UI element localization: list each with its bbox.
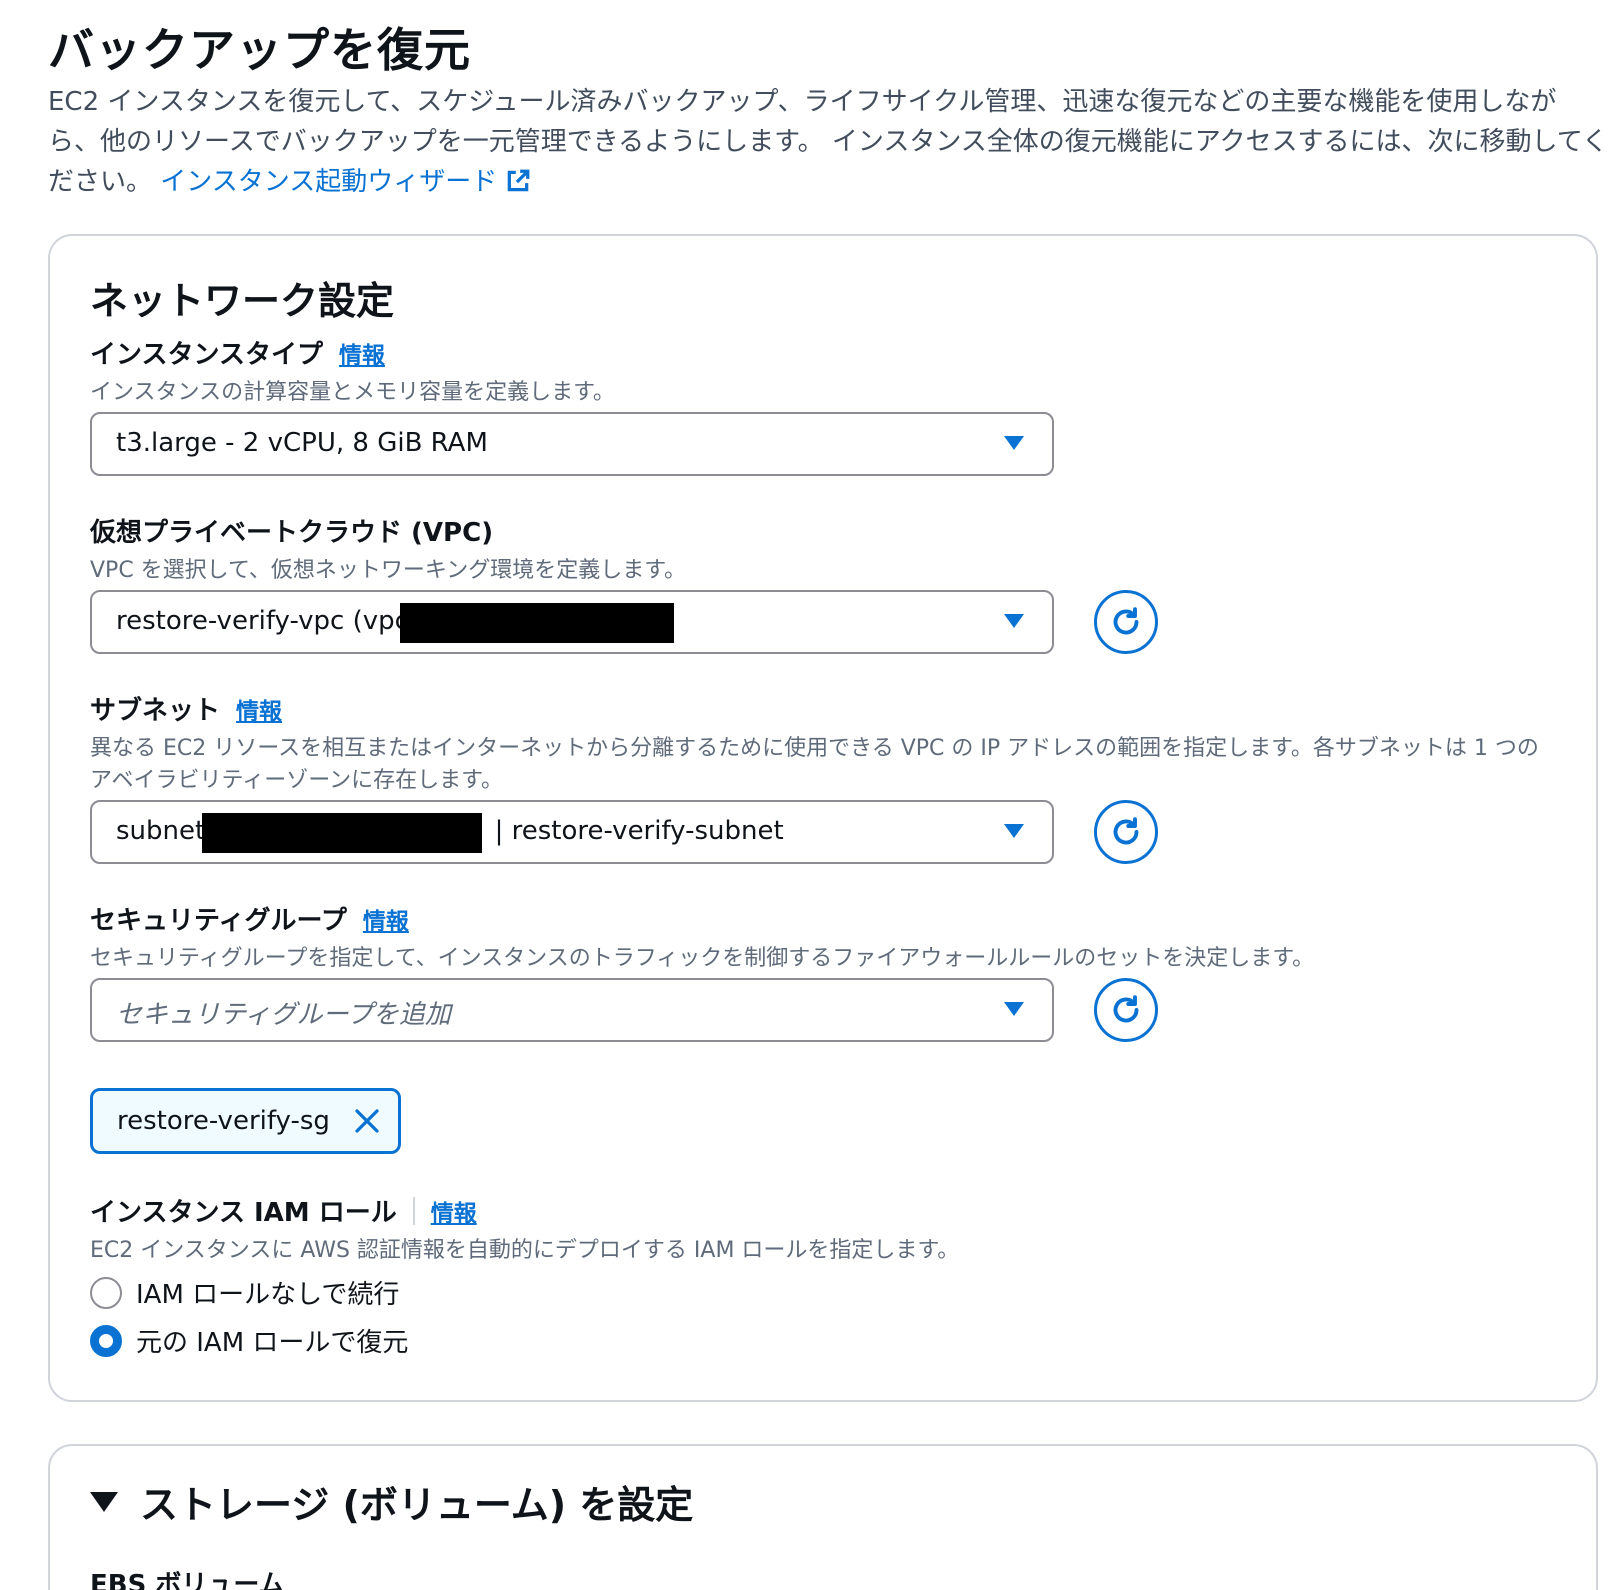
network-settings-panel: ネットワーク設定 インスタンスタイプ 情報 インスタンスの計算容量とメモリ容量を定… (48, 234, 1598, 1402)
security-group-info-link[interactable]: 情報 (363, 909, 409, 935)
security-group-field: セキュリティグループ 情報 セキュリティグループを指定して、インスタンスのトラフィ… (90, 900, 1314, 975)
iam-role-description: EC2 インスタンスに AWS 認証情報を自動的にデプロイする IAM ロールを… (90, 1238, 960, 1263)
iam-role-label: インスタンス IAM ロール (90, 1198, 397, 1228)
refresh-icon (1113, 995, 1139, 1023)
caret-down-icon (1004, 436, 1024, 450)
radio-button-checked[interactable] (90, 1324, 122, 1357)
redacted-subnet-id (202, 813, 482, 853)
caret-down-icon (1004, 614, 1024, 628)
security-group-description: セキュリティグループを指定して、インスタンスのトラフィックを制御するファイアウォ… (90, 946, 1315, 971)
security-group-select[interactable]: セキュリティグループを追加 (90, 978, 1054, 1042)
subnet-label: サブネット (90, 696, 221, 726)
redacted-vpc-id (400, 603, 674, 643)
subnet-refresh-button[interactable] (1094, 800, 1158, 864)
caret-down-icon (1004, 1002, 1024, 1016)
instance-type-select[interactable]: t3.large - 2 vCPU, 8 GiB RAM (90, 412, 1054, 476)
network-settings-title: ネットワーク設定 (90, 279, 395, 323)
vpc-field: 仮想プライベートクラウド (VPC) VPC を選択して、仮想ネットワーキング環… (90, 512, 686, 587)
subnet-field: サブネット 情報 異なる EC2 リソースを相互またはインターネットから分離するた… (90, 690, 1550, 797)
ebs-volume-label: EBS ボリューム (90, 1570, 285, 1590)
subnet-value-suffix: | restore-verify-subnet (494, 816, 784, 846)
storage-section-title: ストレージ (ボリューム) を設定 (140, 1483, 694, 1527)
security-group-token: restore-verify-sg (90, 1088, 401, 1154)
security-group-refresh-button[interactable] (1094, 978, 1158, 1042)
info-separator (412, 1197, 415, 1225)
vpc-value: restore-verify-vpc (vpc- (116, 606, 419, 636)
close-icon[interactable] (352, 1106, 382, 1136)
vpc-select[interactable]: restore-verify-vpc (vpc- (90, 590, 1054, 654)
instance-type-description: インスタンスの計算容量とメモリ容量を定義します。 (90, 380, 615, 405)
radio-label: IAM ロールなしで続行 (136, 1280, 400, 1310)
caret-down-icon (1004, 824, 1024, 838)
refresh-icon (1113, 607, 1139, 635)
external-link-icon (505, 166, 531, 206)
refresh-icon (1113, 817, 1139, 845)
radio-original-iam-role[interactable]: 元の IAM ロールで復元 (90, 1322, 408, 1359)
security-group-label: セキュリティグループ (90, 906, 347, 936)
vpc-description: VPC を選択して、仮想ネットワーキング環境を定義します。 (90, 558, 687, 583)
vpc-label: 仮想プライベートクラウド (VPC) (90, 518, 494, 548)
instance-type-label: インスタンスタイプ (90, 340, 323, 370)
subnet-select[interactable]: subnet- | restore-verify-subnet (90, 800, 1054, 864)
security-group-placeholder: セキュリティグループを追加 (116, 1000, 451, 1030)
security-group-token-label: restore-verify-sg (117, 1106, 330, 1136)
subnet-info-link[interactable]: 情報 (236, 699, 282, 725)
radio-button[interactable] (90, 1276, 122, 1309)
instance-type-info-link[interactable]: 情報 (339, 343, 385, 369)
launch-wizard-link-label: インスタンス起動ウィザード (160, 167, 498, 197)
subnet-value-prefix: subnet- (116, 816, 215, 846)
instance-type-field: インスタンスタイプ 情報 インスタンスの計算容量とメモリ容量を定義します。 (90, 334, 615, 409)
page-title: バックアップを復元 (48, 23, 471, 77)
vpc-refresh-button[interactable] (1094, 590, 1158, 654)
iam-role-info-link[interactable]: 情報 (431, 1201, 477, 1227)
instance-type-value: t3.large - 2 vCPU, 8 GiB RAM (116, 428, 488, 458)
page-description: EC2 インスタンスを復元して、スケジュール済みバックアップ、ライフサイクル管理… (48, 82, 1608, 206)
radio-no-iam-role[interactable]: IAM ロールなしで続行 (90, 1274, 399, 1311)
expand-caret-icon[interactable] (90, 1491, 118, 1512)
iam-role-field: インスタンス IAM ロール 情報 EC2 インスタンスに AWS 認証情報を自動… (90, 1192, 959, 1267)
storage-section-header[interactable]: ストレージ (ボリューム) を設定 (90, 1474, 693, 1529)
subnet-description: 異なる EC2 リソースを相互またはインターネットから分離するために使用できる … (90, 736, 1539, 793)
radio-label: 元の IAM ロールで復元 (136, 1328, 409, 1358)
launch-wizard-link[interactable]: インスタンス起動ウィザード (160, 167, 531, 197)
storage-settings-panel: ストレージ (ボリューム) を設定 EBS ボリューム (48, 1444, 1598, 1590)
